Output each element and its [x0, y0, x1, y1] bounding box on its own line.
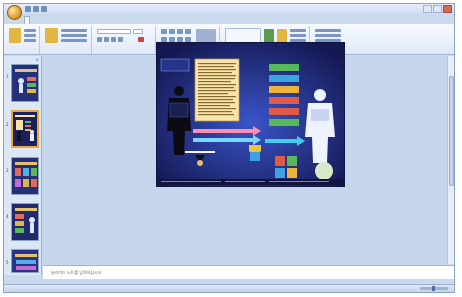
italic-icon[interactable] [104, 37, 109, 42]
title-bar [4, 4, 454, 20]
tab-home[interactable] [24, 16, 30, 24]
zoom-slider-handle[interactable] [432, 286, 435, 291]
slide-thumbnail-2[interactable] [11, 110, 39, 148]
new-slide-icon[interactable] [45, 28, 58, 43]
tab-animations[interactable] [53, 16, 57, 24]
redo-icon[interactable] [41, 6, 47, 12]
vertical-scrollbar[interactable] [447, 56, 454, 264]
tab-view[interactable] [80, 16, 84, 24]
format-painter-icon[interactable] [24, 39, 36, 42]
tab-review[interactable] [71, 16, 75, 24]
minimize-button[interactable] [423, 5, 432, 13]
quick-access-toolbar [25, 6, 47, 12]
notes-pane[interactable]: 슬라이드 노트를 입력하십시오 [43, 265, 454, 279]
shape-outline-icon[interactable] [290, 34, 306, 37]
slide-number: 2 [6, 122, 9, 127]
thumbnail-preview [12, 158, 38, 194]
slide-number: 5 [6, 260, 9, 265]
scrollbar-thumb[interactable] [449, 76, 454, 186]
find-icon[interactable] [315, 29, 341, 32]
font-name-field[interactable] [97, 29, 131, 34]
clipboard-group [6, 26, 40, 54]
text-direction-icon[interactable] [196, 29, 216, 42]
font-group [94, 26, 156, 54]
tab-slideshow[interactable] [62, 16, 66, 24]
bold-icon[interactable] [97, 37, 102, 42]
thumbnail-preview [13, 112, 37, 146]
slide-thumbnail-5[interactable] [11, 249, 39, 273]
cut-icon[interactable] [24, 29, 36, 32]
maximize-button[interactable] [433, 5, 442, 13]
office-button[interactable] [7, 5, 22, 20]
slide-number: 4 [6, 214, 9, 219]
replace-icon[interactable] [315, 34, 341, 37]
font-size-field[interactable] [133, 29, 143, 34]
slides-group [42, 26, 92, 54]
slide-thumbnail-3[interactable] [11, 157, 39, 195]
slide-graphics [157, 43, 344, 186]
close-panel-icon[interactable]: × [36, 57, 39, 62]
paste-icon[interactable] [9, 28, 21, 43]
increase-indent-icon[interactable] [185, 29, 191, 34]
delete-slide-icon[interactable] [61, 39, 87, 42]
slide-number: 1 [6, 74, 9, 79]
bullets-icon[interactable] [161, 29, 167, 34]
current-slide[interactable]: EL PLAN DE SALVACION Y EL CUIDADO DEL SE… [156, 42, 345, 187]
numbering-icon[interactable] [169, 29, 175, 34]
tab-insert[interactable] [35, 16, 39, 24]
slide-thumbnail-4[interactable] [11, 203, 39, 241]
quick-styles-icon[interactable] [277, 29, 287, 43]
decrease-indent-icon[interactable] [177, 29, 183, 34]
tab-design[interactable] [44, 16, 48, 24]
underline-icon[interactable] [111, 37, 116, 42]
thumbnail-preview [12, 65, 38, 101]
notes-placeholder: 슬라이드 노트를 입력하십시오 [51, 270, 102, 275]
close-button[interactable] [443, 5, 452, 13]
thumbnail-preview [12, 204, 38, 240]
shape-fill-icon[interactable] [290, 29, 306, 32]
status-bar [4, 284, 454, 292]
thumbnail-preview [12, 250, 38, 272]
slide-thumbnail-1[interactable] [11, 64, 39, 102]
slides-panel: × 1 2 3 4 5 [4, 56, 42, 275]
window-controls [423, 5, 452, 13]
font-color-icon[interactable] [138, 37, 144, 42]
arrange-icon[interactable] [264, 29, 274, 43]
powerpoint-window: × 1 2 3 4 5 슬라이드 노트를 입력하십시오 [3, 3, 455, 293]
reset-icon[interactable] [61, 34, 87, 37]
copy-icon[interactable] [24, 34, 36, 37]
ribbon-tabs [24, 16, 84, 24]
save-icon[interactable] [25, 6, 31, 12]
layout-icon[interactable] [61, 29, 87, 32]
undo-icon[interactable] [33, 6, 39, 12]
slide-number: 3 [6, 168, 9, 173]
strikethrough-icon[interactable] [118, 37, 123, 42]
zoom-slider[interactable] [420, 286, 448, 291]
